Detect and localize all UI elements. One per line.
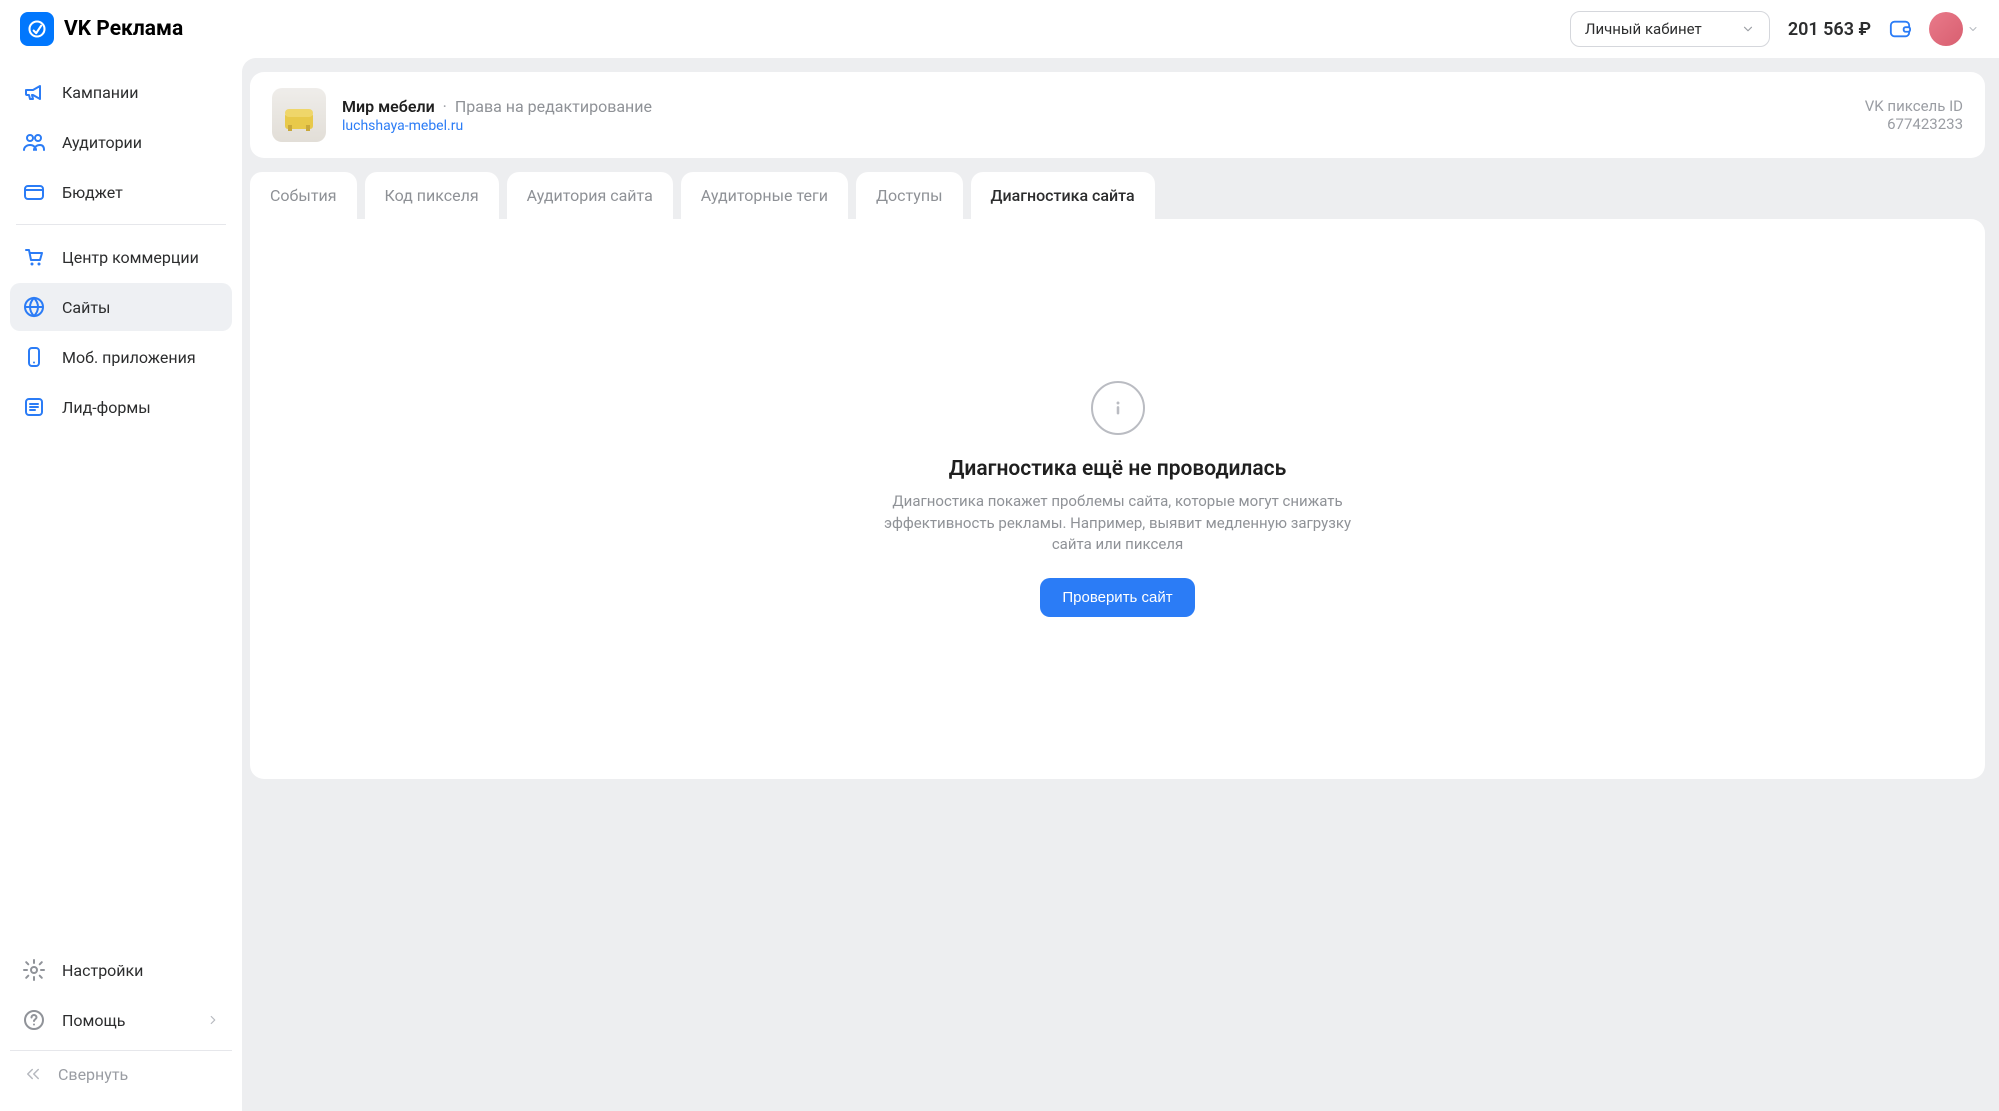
form-icon bbox=[22, 395, 46, 419]
brand-logo-icon bbox=[20, 12, 54, 46]
wallet-icon[interactable] bbox=[1889, 19, 1911, 39]
balance: 201 563 ₽ bbox=[1788, 19, 1871, 40]
brand[interactable]: VK Реклама bbox=[20, 12, 183, 46]
header-right: Личный кабинет 201 563 ₽ bbox=[1570, 11, 1979, 47]
sidebar: Кампании Аудитории Бюджет bbox=[0, 58, 242, 1111]
sidebar-collapse[interactable]: Свернуть bbox=[10, 1050, 232, 1097]
sidebar-item-help[interactable]: Помощь bbox=[10, 996, 232, 1044]
sidebar-item-label: Центр коммерции bbox=[62, 248, 199, 267]
sidebar-item-commerce[interactable]: Центр коммерции bbox=[10, 233, 232, 281]
sidebar-item-label: Моб. приложения bbox=[62, 348, 196, 367]
sidebar-item-label: Сайты bbox=[62, 298, 110, 317]
sidebar-divider bbox=[16, 224, 226, 225]
account-selector-label: Личный кабинет bbox=[1585, 20, 1702, 38]
sidebar-item-settings[interactable]: Настройки bbox=[10, 946, 232, 994]
sidebar-item-budget[interactable]: Бюджет bbox=[10, 168, 232, 216]
site-header-card: Мир мебели · Права на редактирование luc… bbox=[250, 72, 1985, 158]
sidebar-item-audiences[interactable]: Аудитории bbox=[10, 118, 232, 166]
info-icon bbox=[1091, 381, 1145, 435]
gear-icon bbox=[22, 958, 46, 982]
empty-state-title: Диагностика ещё не проводилась bbox=[949, 457, 1287, 481]
chevron-down-icon bbox=[1967, 23, 1979, 35]
tab-audience-tags[interactable]: Аудиторные теги bbox=[681, 172, 848, 219]
sidebar-item-label: Кампании bbox=[62, 83, 138, 102]
app-header: VK Реклама Личный кабинет 201 563 ₽ bbox=[0, 0, 1999, 58]
separator-dot: · bbox=[443, 97, 447, 116]
tab-diagnostics[interactable]: Диагностика сайта bbox=[971, 172, 1155, 219]
account-selector[interactable]: Личный кабинет bbox=[1570, 11, 1770, 47]
sidebar-item-label: Аудитории bbox=[62, 133, 142, 152]
user-menu[interactable] bbox=[1929, 12, 1979, 46]
empty-state-description: Диагностика покажет проблемы сайта, кото… bbox=[878, 491, 1358, 556]
diagnostics-panel: Диагностика ещё не проводилась Диагности… bbox=[250, 219, 1985, 779]
tab-events[interactable]: События bbox=[250, 172, 357, 219]
users-icon bbox=[22, 130, 46, 154]
check-site-button[interactable]: Проверить сайт bbox=[1040, 578, 1194, 617]
pixel-id-label: VK пиксель ID bbox=[1865, 97, 1963, 115]
cart-icon bbox=[22, 245, 46, 269]
pixel-id-value: 677423233 bbox=[1865, 115, 1963, 133]
brand-name: VK Реклама bbox=[64, 17, 183, 41]
site-name: Мир мебели bbox=[342, 97, 435, 116]
chevron-right-icon bbox=[206, 1013, 220, 1027]
globe-icon bbox=[22, 295, 46, 319]
tab-pixel-code[interactable]: Код пикселя bbox=[365, 172, 499, 219]
site-thumbnail bbox=[272, 88, 326, 142]
help-icon bbox=[22, 1008, 46, 1032]
main-content: Мир мебели · Права на редактирование luc… bbox=[242, 58, 1999, 1111]
tabs: События Код пикселя Аудитория сайта Ауди… bbox=[250, 172, 1985, 219]
phone-icon bbox=[22, 345, 46, 369]
sidebar-item-sites[interactable]: Сайты bbox=[10, 283, 232, 331]
budget-icon bbox=[22, 180, 46, 204]
tab-access[interactable]: Доступы bbox=[856, 172, 963, 219]
sidebar-item-mobile-apps[interactable]: Моб. приложения bbox=[10, 333, 232, 381]
site-permission: Права на редактирование bbox=[455, 97, 652, 116]
sidebar-item-label: Лид-формы bbox=[62, 398, 151, 417]
sidebar-item-label: Бюджет bbox=[62, 183, 123, 202]
tab-site-audience[interactable]: Аудитория сайта bbox=[507, 172, 673, 219]
sidebar-item-label: Помощь bbox=[62, 1011, 125, 1030]
empty-state: Диагностика ещё не проводилась Диагности… bbox=[878, 381, 1358, 617]
chevron-down-icon bbox=[1741, 22, 1755, 36]
sidebar-item-lead-forms[interactable]: Лид-формы bbox=[10, 383, 232, 431]
megaphone-icon bbox=[22, 80, 46, 104]
sidebar-item-campaigns[interactable]: Кампании bbox=[10, 68, 232, 116]
collapse-icon bbox=[22, 1063, 44, 1085]
site-url-link[interactable]: luchshaya-mebel.ru bbox=[342, 118, 652, 134]
sidebar-collapse-label: Свернуть bbox=[58, 1065, 128, 1084]
avatar bbox=[1929, 12, 1963, 46]
sidebar-item-label: Настройки bbox=[62, 961, 143, 980]
